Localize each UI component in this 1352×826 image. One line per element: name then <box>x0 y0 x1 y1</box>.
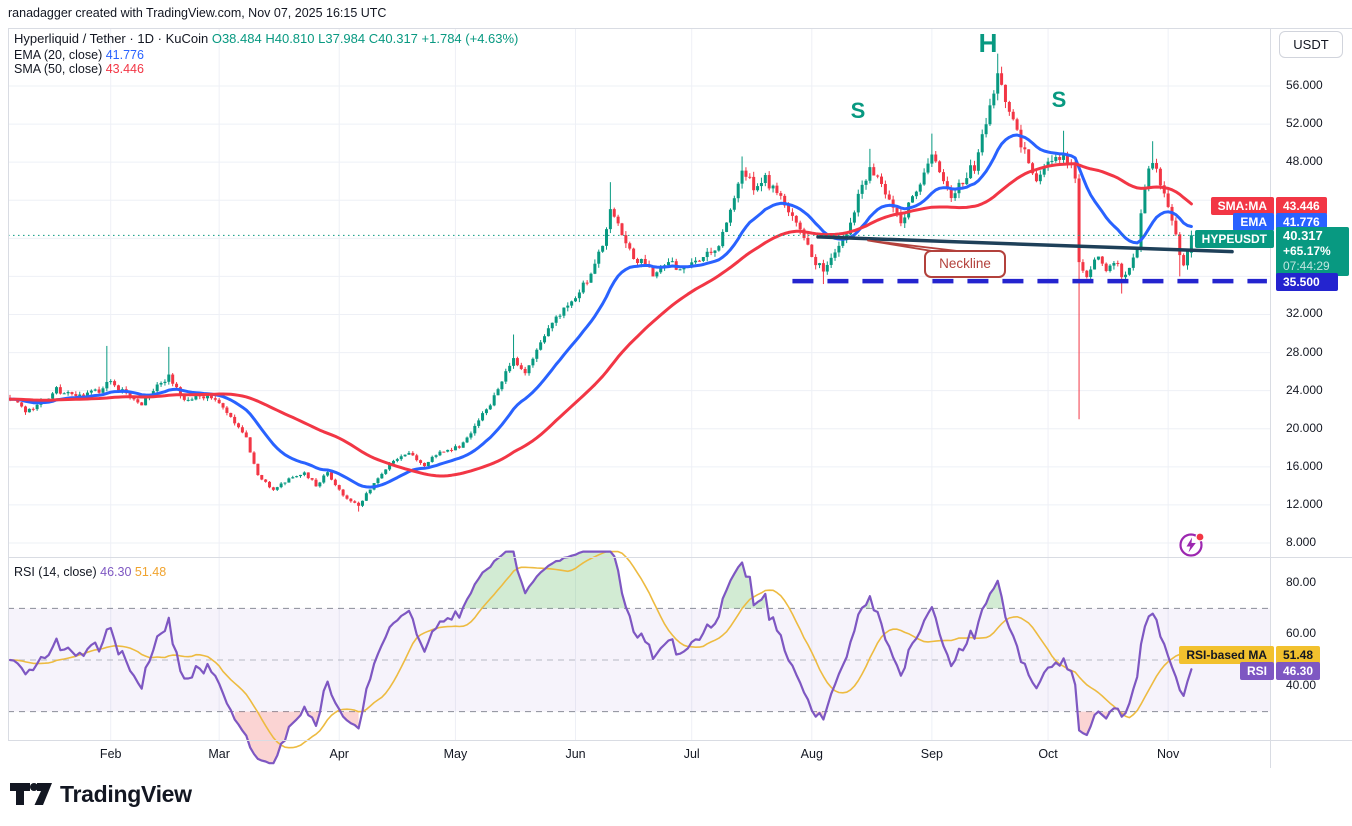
symbol-name: Hyperliquid / Tether <box>14 31 126 46</box>
bar-countdown: 07:44:29 <box>1283 259 1349 274</box>
month-label: Aug <box>801 747 823 761</box>
month-label: Apr <box>330 747 349 761</box>
price-tick-label: 48.000 <box>1286 154 1323 168</box>
symbol-exchange: KuCoin <box>166 31 209 46</box>
price-tick-label: 12.000 <box>1286 497 1323 511</box>
spark-boost-icon[interactable] <box>1178 530 1208 560</box>
month-label: Sep <box>921 747 943 761</box>
ema-axis-label: EMA <box>1233 213 1274 231</box>
tradingview-logo-icon <box>10 783 52 807</box>
month-label: Jul <box>684 747 700 761</box>
month-label: Nov <box>1157 747 1179 761</box>
sma-value: 43.446 <box>106 62 144 76</box>
sma-legend[interactable]: SMA (50, close) 43.446 <box>14 62 144 76</box>
pane-divider[interactable] <box>8 557 1352 558</box>
rsi-axis-label: RSI <box>1240 662 1274 680</box>
symbol-price-label: HYPEUSDT <box>1195 230 1274 248</box>
ohlc-change: +1.784 (+4.63%) <box>422 31 519 46</box>
rsi-legend[interactable]: RSI (14, close) 46.30 51.48 <box>14 565 166 579</box>
month-label: Feb <box>100 747 122 761</box>
last-price-value: 40.317 <box>1283 228 1349 244</box>
neckline-callout[interactable]: Neckline <box>924 250 1006 278</box>
ohlc-high: H40.810 <box>265 31 314 46</box>
rsi-tick-label: 60.00 <box>1286 626 1316 640</box>
price-tick-label: 8.000 <box>1286 535 1316 549</box>
price-tick-label: 24.000 <box>1286 383 1323 397</box>
ema-legend[interactable]: EMA (20, close) 41.776 <box>14 48 144 62</box>
price-tick-label: 56.000 <box>1286 78 1323 92</box>
price-tick-label: 52.000 <box>1286 116 1323 130</box>
ohlc-close: C40.317 <box>369 31 418 46</box>
time-axis-border <box>8 740 1352 741</box>
last-price-change: +65.17% <box>1283 244 1349 259</box>
price-tick-label: 28.000 <box>1286 345 1323 359</box>
month-label: May <box>444 747 468 761</box>
rsi-value: 46.30 <box>100 565 131 579</box>
right-shoulder-label[interactable]: S <box>1052 87 1067 113</box>
ema-value: 41.776 <box>106 48 144 62</box>
chart-canvas[interactable] <box>0 0 1352 772</box>
month-label: Jun <box>565 747 585 761</box>
symbol-legend[interactable]: Hyperliquid / Tether · 1D · KuCoin O38.4… <box>14 31 518 46</box>
price-tick-label: 20.000 <box>1286 421 1323 435</box>
tradingview-logo-text: TradingView <box>60 781 192 808</box>
left-shoulder-label[interactable]: S <box>851 98 866 124</box>
last-price-badge: 40.317 +65.17% 07:44:29 <box>1276 227 1349 276</box>
ohlc-low: L37.984 <box>318 31 365 46</box>
rsi-ma-value: 51.48 <box>135 565 166 579</box>
rsi-tick-label: 80.00 <box>1286 575 1316 589</box>
currency-button[interactable]: USDT <box>1279 31 1343 58</box>
pane-left-border <box>8 28 9 740</box>
rsi-axis-value: 46.30 <box>1276 662 1320 680</box>
price-tick-label: 32.000 <box>1286 306 1323 320</box>
head-label[interactable]: H <box>979 28 998 59</box>
tradingview-logo: TradingView <box>10 781 192 808</box>
lightning-icon <box>1178 530 1208 560</box>
pane-top-border <box>8 28 1352 29</box>
symbol-interval: 1D <box>137 31 154 46</box>
watermark-text: ranadagger created with TradingView.com,… <box>8 6 386 20</box>
support-level-badge: 35.500 <box>1276 273 1338 291</box>
month-label: Mar <box>208 747 230 761</box>
ohlc-open: O38.484 <box>212 31 262 46</box>
tradingview-chart-app: { "watermark": "ranadagger created with … <box>0 0 1352 826</box>
month-label: Oct <box>1038 747 1057 761</box>
price-tick-label: 16.000 <box>1286 459 1323 473</box>
